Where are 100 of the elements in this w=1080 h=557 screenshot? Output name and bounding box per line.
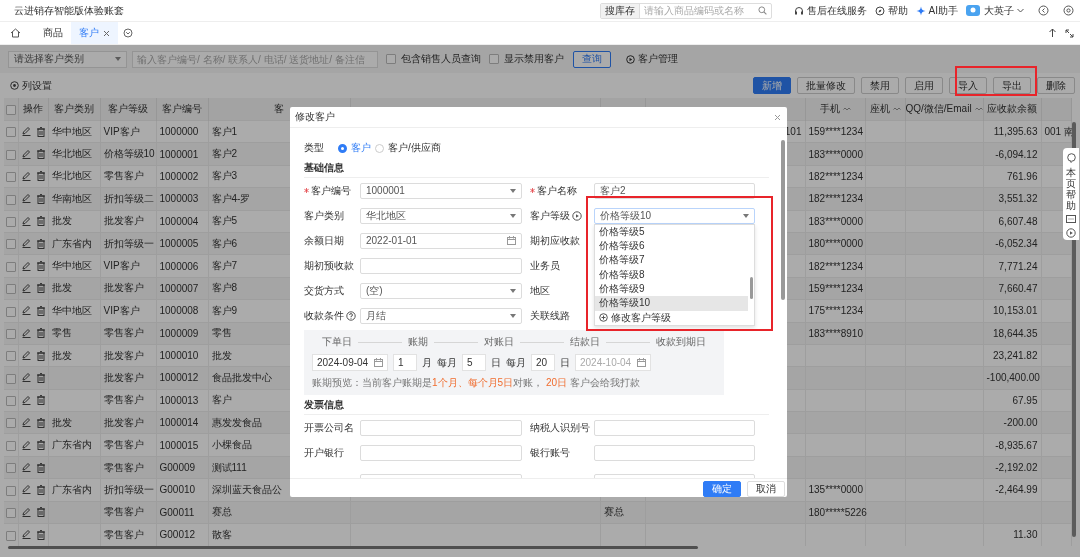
trash-icon[interactable] — [36, 373, 45, 383]
header-checkbox[interactable] — [5, 104, 16, 115]
sort-icon[interactable] — [974, 107, 983, 112]
trash-icon[interactable] — [36, 305, 45, 316]
message-icon[interactable] — [1066, 215, 1076, 224]
play-circle-icon[interactable] — [1066, 228, 1076, 238]
dropdown-option[interactable]: 价格等级10 — [595, 296, 748, 311]
tab[interactable]: 商品 — [35, 22, 71, 44]
trash-icon[interactable] — [36, 171, 45, 182]
row-checkbox[interactable] — [5, 530, 16, 541]
help-link[interactable]: 帮助 — [874, 3, 908, 18]
dropdown-option[interactable]: 价格等级6 — [595, 239, 748, 254]
row-checkbox[interactable] — [5, 463, 16, 474]
row-checkbox[interactable] — [5, 306, 16, 317]
pencil-icon[interactable] — [21, 463, 31, 473]
trash-icon[interactable] — [36, 507, 45, 518]
scrollbar[interactable] — [750, 276, 753, 299]
toolbar-button[interactable]: 删除 — [1037, 77, 1075, 94]
search-field[interactable]: 搜库存 请输入商品编码或名称 — [599, 2, 772, 19]
scrollbar[interactable] — [781, 140, 785, 300]
toolbar-button[interactable]: 导出 — [993, 77, 1031, 94]
text-field[interactable] — [360, 419, 522, 436]
date-field[interactable]: 2024-09-04 — [312, 354, 388, 371]
dropdown-option[interactable]: 价格等级9 — [595, 281, 748, 297]
text-field[interactable] — [360, 257, 522, 274]
select-field[interactable]: (空) — [360, 282, 522, 299]
trash-icon[interactable] — [36, 216, 45, 227]
back-icon[interactable] — [1038, 5, 1049, 16]
select-field[interactable]: 1000001 — [360, 182, 522, 199]
radio-button[interactable] — [338, 143, 347, 153]
row-checkbox[interactable] — [5, 396, 16, 407]
checkbox[interactable] — [386, 54, 396, 64]
search-scope-button[interactable]: 搜库存 — [600, 3, 640, 18]
pencil-icon[interactable] — [21, 306, 31, 316]
trash-icon[interactable] — [36, 529, 45, 540]
pencil-icon[interactable] — [21, 351, 31, 361]
text-field[interactable] — [594, 419, 755, 436]
user-menu[interactable]: 大英子 — [984, 3, 1024, 18]
pencil-icon[interactable] — [21, 373, 31, 383]
row-checkbox[interactable] — [5, 418, 16, 429]
text-field[interactable] — [360, 444, 522, 461]
trash-icon[interactable] — [36, 328, 45, 339]
pencil-icon[interactable] — [21, 395, 31, 405]
trash-icon[interactable] — [36, 440, 45, 451]
sort-icon[interactable] — [892, 107, 901, 112]
chat-icon[interactable] — [1066, 153, 1076, 163]
row-checkbox[interactable] — [5, 261, 16, 272]
row-checkbox[interactable] — [5, 440, 16, 451]
row-checkbox[interactable] — [5, 216, 16, 227]
number-field[interactable]: 20 — [531, 354, 555, 371]
scrollbar[interactable] — [8, 546, 698, 549]
trash-icon[interactable] — [36, 350, 45, 361]
pencil-icon[interactable] — [21, 440, 31, 450]
trash-icon[interactable] — [36, 484, 45, 495]
row-checkbox[interactable] — [5, 149, 16, 160]
expand-icon[interactable] — [1065, 28, 1074, 38]
help-icon[interactable] — [346, 310, 356, 321]
number-field[interactable]: 5 — [462, 354, 486, 371]
checkbox[interactable] — [489, 54, 499, 64]
dropdown-option[interactable]: 价格等级7 — [595, 253, 748, 268]
toolbar-button[interactable]: 批量修改 — [797, 77, 855, 94]
toolbar-button[interactable]: 禁用 — [861, 77, 899, 94]
select-field[interactable]: 价格等级10 — [594, 207, 755, 224]
trash-icon[interactable] — [36, 283, 45, 294]
row-checkbox[interactable] — [5, 127, 16, 138]
pencil-icon[interactable] — [21, 328, 31, 338]
trash-icon[interactable] — [36, 149, 45, 160]
row-checkbox[interactable] — [5, 172, 16, 183]
close-icon[interactable] — [103, 29, 110, 37]
customer-manage-link[interactable]: 客户管理 — [626, 52, 678, 66]
search-icon[interactable] — [757, 6, 767, 15]
pencil-icon[interactable] — [21, 283, 31, 293]
page-help-label[interactable]: 本页帮助 — [1066, 167, 1076, 211]
edit-level-button[interactable]: 修改客户等级 — [595, 310, 675, 325]
after-sales-link[interactable]: 售后在线服务 — [793, 3, 867, 18]
row-checkbox[interactable] — [5, 373, 16, 384]
pencil-icon[interactable] — [21, 261, 31, 271]
pencil-icon[interactable] — [21, 530, 31, 540]
toolbar-button[interactable]: 新增 — [753, 77, 791, 94]
tab[interactable]: 客户 — [71, 22, 118, 44]
row-checkbox[interactable] — [5, 485, 16, 496]
row-checkbox[interactable] — [5, 239, 16, 250]
toolbar-button[interactable]: 导入 — [949, 77, 987, 94]
number-field[interactable]: 1 — [393, 354, 417, 371]
settings-icon[interactable] — [1063, 5, 1074, 16]
trash-icon[interactable] — [36, 462, 45, 473]
tab-menu-icon[interactable] — [123, 28, 133, 38]
row-checkbox[interactable] — [5, 351, 16, 362]
pencil-icon[interactable] — [21, 507, 31, 517]
text-field[interactable] — [594, 444, 755, 461]
dropdown-option[interactable]: 价格等级8 — [595, 267, 748, 282]
sort-icon[interactable] — [842, 107, 851, 112]
date-field[interactable]: 2022-01-01 — [360, 232, 522, 249]
pencil-icon[interactable] — [21, 194, 31, 204]
row-checkbox[interactable] — [5, 284, 16, 295]
pencil-icon[interactable] — [21, 171, 31, 181]
play-circle-icon[interactable] — [572, 210, 582, 221]
trash-icon[interactable] — [36, 238, 45, 249]
pencil-icon[interactable] — [21, 127, 31, 137]
column-settings-link[interactable]: 列设置 — [10, 78, 52, 93]
